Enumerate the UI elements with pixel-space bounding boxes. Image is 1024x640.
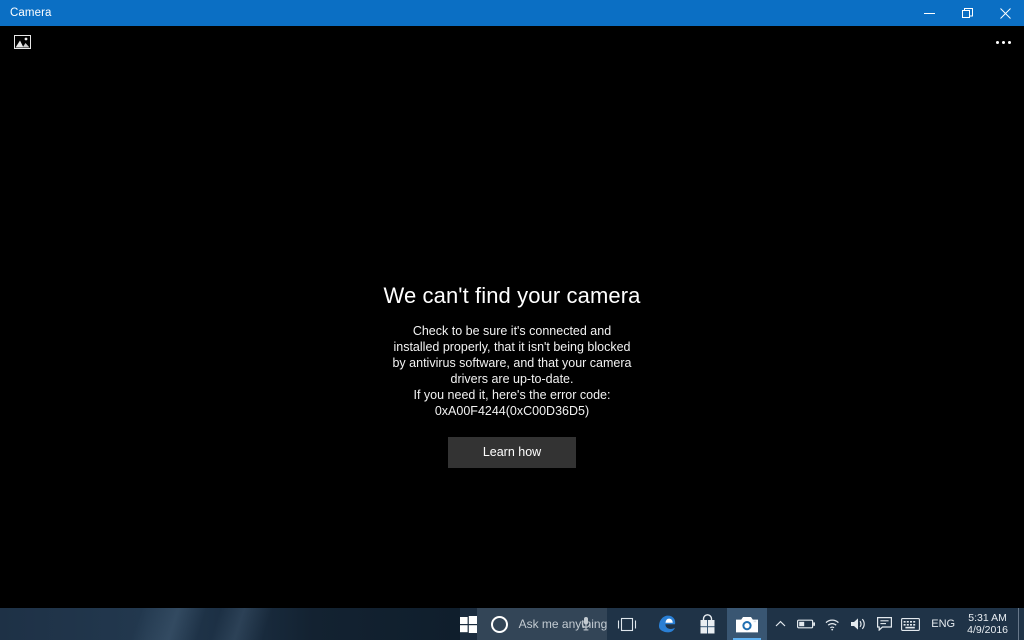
error-description: Check to be sure it's connected and inst… — [0, 323, 1024, 419]
store-bag-icon — [700, 613, 715, 633]
show-hidden-icons-button[interactable] — [767, 608, 793, 640]
start-button[interactable] — [459, 608, 477, 640]
window-title: Camera — [10, 7, 52, 19]
battery-status-button[interactable] — [793, 608, 819, 640]
volume-button[interactable] — [845, 608, 871, 640]
language-indicator[interactable]: ENG — [923, 608, 963, 640]
photo-gallery-icon — [13, 35, 31, 49]
error-title: We can't find your camera — [383, 283, 641, 308]
more-options-button[interactable] — [988, 29, 1018, 55]
microphone-button[interactable] — [573, 608, 599, 640]
window-titlebar: Camera — [0, 0, 1024, 26]
system-tray: ENG 5:31 AM 4/9/2016 — [767, 608, 1024, 640]
task-view-icon — [618, 617, 637, 631]
chevron-up-icon — [775, 620, 786, 627]
battery-icon — [796, 619, 815, 629]
learn-how-button[interactable]: Learn how — [448, 437, 576, 468]
minimize-icon — [923, 12, 935, 14]
camera-viewfinder: We can't find your camera Check to be su… — [0, 60, 1024, 608]
microsoft-edge-icon — [659, 615, 676, 633]
window-controls — [910, 0, 1024, 26]
clock-time: 5:31 AM — [968, 612, 1007, 624]
camera-icon — [736, 616, 759, 632]
taskbar-item-microsoft-edge[interactable] — [647, 608, 687, 640]
desktop-screen: Camera We can't find your camera Check t… — [0, 0, 1024, 640]
close-button[interactable] — [986, 0, 1024, 26]
minimize-button[interactable] — [910, 0, 948, 26]
taskbar-app-buttons — [607, 608, 768, 640]
taskbar-item-microsoft-store[interactable] — [687, 608, 727, 640]
speaker-icon — [850, 618, 865, 630]
restore-button[interactable] — [948, 0, 986, 26]
clock-date: 4/9/2016 — [967, 624, 1008, 636]
touch-keyboard-button[interactable] — [897, 608, 923, 640]
app-command-bar — [0, 26, 1024, 60]
search-box[interactable]: Ask me anything — [476, 608, 608, 640]
windows-logo-icon — [459, 615, 477, 633]
error-line: If you need it, here's the error code: — [413, 388, 611, 402]
close-icon — [999, 7, 1011, 19]
taskbar-background-sheen — [0, 608, 460, 640]
gallery-button[interactable] — [8, 29, 36, 55]
taskbar-item-camera[interactable] — [727, 608, 768, 640]
error-line: by antivirus software, and that your cam… — [392, 356, 632, 370]
wifi-icon — [825, 618, 840, 630]
error-line: installed properly, that it isn't being … — [393, 340, 631, 354]
more-dot-2 — [1001, 40, 1005, 44]
action-center-button[interactable] — [871, 608, 897, 640]
camera-app-window: Camera We can't find your camera Check t… — [0, 0, 1024, 608]
camera-error-message: We can't find your camera Check to be su… — [0, 282, 1024, 468]
more-dot-3 — [1007, 40, 1011, 44]
more-dot-1 — [995, 40, 999, 44]
taskbar-item-task-view[interactable] — [607, 608, 647, 640]
action-center-icon — [876, 617, 892, 631]
network-status-button[interactable] — [819, 608, 845, 640]
error-code: 0xA00F4244(0xC00D36D5) — [434, 404, 590, 418]
error-line: Check to be sure it's connected and — [412, 324, 612, 338]
keyboard-icon — [900, 617, 920, 631]
error-line: drivers are up-to-date. — [450, 372, 574, 386]
show-desktop-button[interactable] — [1018, 608, 1024, 640]
restore-icon — [961, 7, 973, 18]
clock[interactable]: 5:31 AM 4/9/2016 — [963, 608, 1018, 640]
microphone-icon — [581, 617, 591, 631]
cortana-icon — [490, 615, 508, 633]
taskbar: Ask me anything ENG 5:31 AM 4/9/2016 — [0, 608, 1024, 640]
